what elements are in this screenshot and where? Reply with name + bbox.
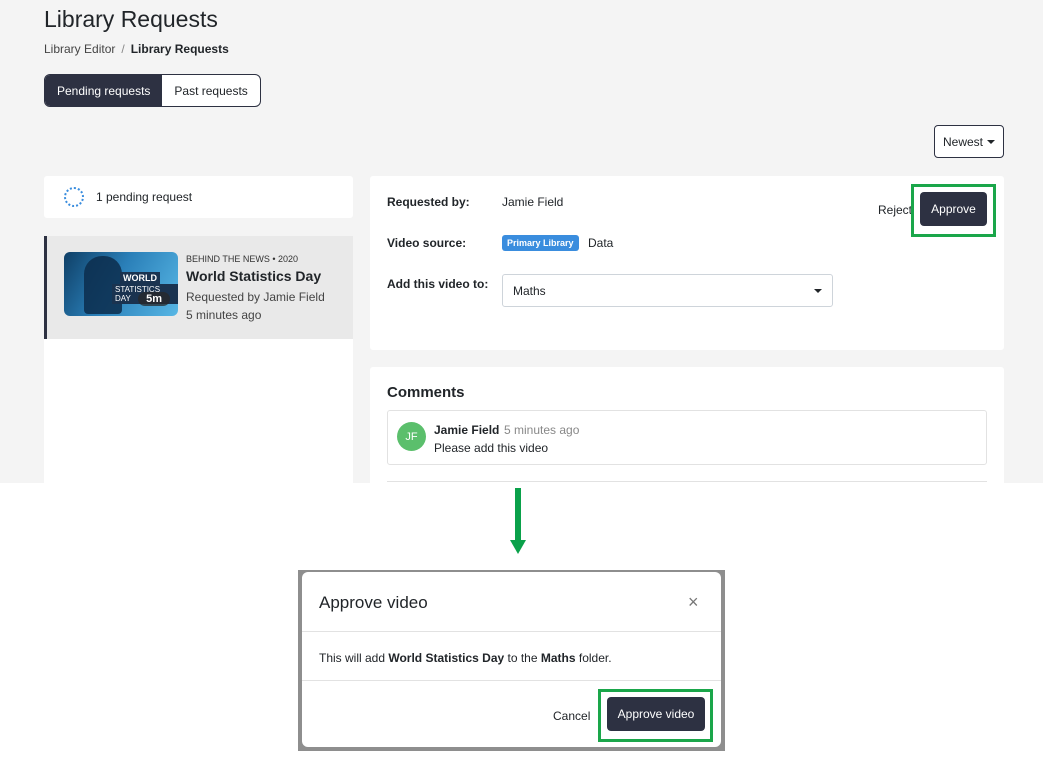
breadcrumb-current: Library Requests	[130, 42, 229, 56]
tab-pending-requests[interactable]: Pending requests	[45, 75, 163, 106]
pending-count-box: 1 pending request	[44, 176, 353, 218]
video-thumbnail: WORLD STATISTICS DAY 5m	[64, 252, 178, 316]
request-detail-card: Requested by: Jamie Field Video source: …	[370, 176, 1004, 350]
body-folder-name: Maths	[540, 651, 576, 665]
item-title: World Statistics Day	[186, 268, 322, 284]
source-badge: Primary Library	[502, 235, 579, 251]
comments-divider	[387, 481, 987, 482]
list-item[interactable]: WORLD STATISTICS DAY 5m BEHIND THE NEWS …	[44, 236, 353, 339]
breadcrumb-separator: /	[121, 42, 125, 56]
item-time: 5 minutes ago	[186, 308, 262, 322]
down-arrow-icon	[510, 488, 526, 554]
body-middle: to the	[504, 651, 541, 665]
request-list: WORLD STATISTICS DAY 5m BEHIND THE NEWS …	[44, 236, 353, 483]
request-tabs: Pending requests Past requests	[44, 74, 261, 107]
duration-badge: 5m	[138, 292, 170, 306]
thumbnail-title: WORLD	[120, 272, 160, 284]
approve-video-modal: Approve video × This will add World Stat…	[302, 572, 721, 747]
modal-footer-divider	[302, 680, 721, 681]
modal-backdrop: Approve video × This will add World Stat…	[298, 570, 725, 751]
requested-by-label: Requested by:	[387, 195, 470, 209]
item-requested-by: Requested by Jamie Field	[186, 290, 325, 304]
breadcrumb-library-editor[interactable]: Library Editor	[44, 42, 115, 56]
comments-card: Comments JF Jamie Field 5 minutes ago Pl…	[370, 367, 1004, 483]
modal-title: Approve video	[319, 593, 428, 612]
folder-select[interactable]: Maths	[502, 274, 833, 307]
sort-dropdown-button[interactable]: Newest	[934, 125, 1004, 158]
library-requests-page: Library Requests Library Editor / Librar…	[0, 0, 1043, 483]
sort-label: Newest	[942, 134, 983, 149]
close-icon[interactable]: ×	[688, 593, 699, 611]
reject-button[interactable]: Reject	[878, 203, 912, 217]
folder-select-value: Maths	[513, 283, 546, 298]
page-title: Library Requests	[44, 6, 218, 32]
approve-video-button[interactable]: Approve video	[607, 697, 705, 731]
comment-text: Please add this video	[434, 441, 549, 455]
modal-body-text: This will add World Statistics Day to th…	[319, 651, 612, 665]
approve-button[interactable]: Approve	[920, 192, 987, 226]
comment-item: JF Jamie Field 5 minutes ago Please add …	[387, 410, 987, 465]
body-prefix: This will add	[319, 651, 389, 665]
video-source-value: Data	[588, 236, 614, 250]
add-to-label: Add this video to:	[387, 277, 489, 291]
comment-time: 5 minutes ago	[504, 423, 580, 437]
avatar: JF	[397, 422, 426, 451]
caret-down-icon	[987, 139, 995, 144]
comments-heading: Comments	[387, 384, 465, 401]
body-video-title: World Statistics Day	[388, 651, 505, 665]
loading-spinner-icon	[64, 187, 84, 207]
modal-header: Approve video ×	[302, 572, 721, 632]
pending-count-text: 1 pending request	[96, 190, 193, 204]
caret-down-icon	[814, 288, 822, 293]
item-meta: BEHIND THE NEWS • 2020	[186, 254, 299, 264]
cancel-button[interactable]: Cancel	[553, 709, 590, 723]
comment-author: Jamie Field	[434, 423, 500, 437]
tab-past-requests[interactable]: Past requests	[162, 75, 259, 106]
breadcrumb: Library Editor / Library Requests	[44, 42, 229, 56]
requested-by-value: Jamie Field	[502, 195, 564, 209]
body-suffix: folder.	[575, 651, 612, 665]
video-source-label: Video source:	[387, 236, 467, 250]
